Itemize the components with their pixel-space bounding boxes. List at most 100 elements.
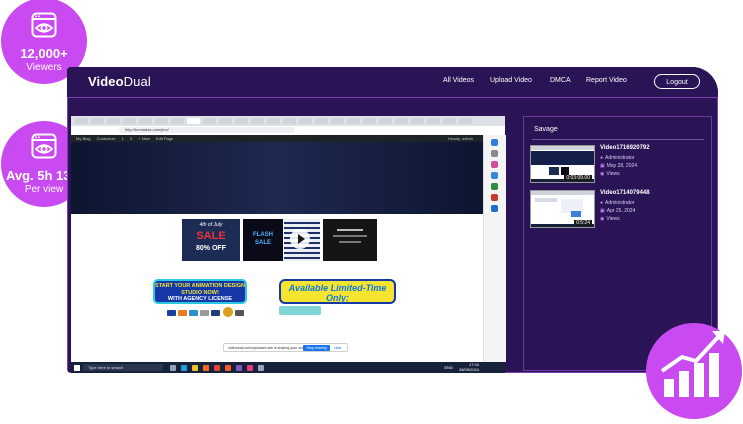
brand-logo[interactable]: VideoDual: [88, 74, 151, 89]
user-icon: ●: [600, 155, 604, 161]
calendar-icon: ▣: [600, 163, 605, 169]
taskview-icon[interactable]: [170, 365, 176, 371]
eye-icon: ◉: [600, 171, 605, 177]
divider: [532, 139, 704, 140]
video-title[interactable]: Video1716920792: [600, 145, 650, 151]
windows-start-icon[interactable]: [74, 365, 80, 371]
play-button-icon[interactable]: [290, 229, 310, 249]
video-views: ◉ Views: [600, 171, 620, 177]
video-views-text: Views: [606, 216, 620, 222]
video-author: ● Administrator: [600, 155, 634, 161]
app-window: VideoDual All Videos Upload Video DMCA R…: [67, 67, 718, 373]
wp-bar-item: 0: [129, 136, 133, 141]
nav-report-video[interactable]: Report Video: [586, 77, 627, 84]
paypal-icon: [211, 310, 220, 316]
taskbar-search[interactable]: Type here to search: [83, 364, 163, 371]
tools-icon[interactable]: [491, 172, 498, 179]
promo-line: WITH AGENCY LICENSE: [167, 296, 233, 302]
sale-card: FLASH SALE: [243, 219, 283, 261]
viewers-count: 12,000+: [20, 46, 68, 61]
sale-card-main: FLASH SALE: [253, 232, 273, 246]
video-date-text: May 28, 2024: [606, 163, 638, 169]
wp-bar-item: 1: [121, 136, 124, 141]
video-player[interactable]: http://bomadas.com/jmo/ My Blog Customiz…: [71, 116, 506, 373]
wp-bar-item: Customize: [96, 136, 116, 141]
windows-taskbar: Type here to search ENG 17:34 28/05/2024: [71, 362, 505, 373]
discover-icon: [200, 310, 209, 316]
guarantee-badge-icon: [223, 307, 233, 317]
app-icon[interactable]: [247, 365, 253, 371]
main-content: http://bomadas.com/jmo/ My Blog Customiz…: [67, 97, 718, 373]
panel-title: Savage: [534, 126, 558, 133]
eye-window-icon: [31, 133, 57, 159]
payment-icons: [167, 307, 249, 317]
firefox-icon[interactable]: [203, 365, 209, 371]
copilot-icon[interactable]: [491, 139, 498, 146]
calendar-icon: ▣: [600, 208, 605, 214]
explorer-icon[interactable]: [192, 365, 198, 371]
amex-icon: [189, 310, 198, 316]
nav-dmca[interactable]: DMCA: [550, 77, 571, 84]
video-date: ▣ May 28, 2024: [600, 163, 637, 169]
edge-icon[interactable]: [181, 365, 187, 371]
browser-side-toolbar: [483, 135, 506, 362]
page-hero-banner: [71, 142, 483, 214]
wp-bar-item: Edit Page: [155, 136, 174, 141]
language-indicator: ENG: [444, 365, 453, 370]
clock-date: 28/05/2024: [458, 366, 479, 372]
growth-chart-icon: [660, 331, 725, 397]
wp-bar-item: + New: [138, 136, 150, 141]
video-author-text: Administrator: [605, 200, 635, 206]
shopping-icon[interactable]: [491, 161, 498, 168]
growth-chart-icon: [646, 323, 742, 419]
video-thumbnail[interactable]: 0:03:09.00: [530, 145, 595, 183]
promo-line: START YOUR ANIMATION DESIGN: [155, 283, 245, 289]
screen-share-notice: videodual.com/uploader-site is sharing y…: [223, 343, 348, 352]
video-title[interactable]: Video1714079448: [600, 190, 650, 196]
video-views-text: Views: [606, 171, 620, 177]
video-list-item[interactable]: 0:5:24 Video1714079448 ● Administrator ▣ A…: [530, 190, 708, 230]
wp-admin-bar: My Blog Customize 1 0 + New Edit Page Ho…: [71, 135, 483, 142]
outlook-icon[interactable]: [491, 205, 498, 212]
browser-url: http://bomadas.com/jmo/: [119, 127, 295, 133]
sale-card: 4th of July SALE 80% OFF: [182, 219, 240, 261]
sale-card-top: 4th of July: [199, 222, 223, 228]
video-date: ▣ Apr 25, 2024: [600, 208, 635, 214]
top-navigation-bar: VideoDual All Videos Upload Video DMCA R…: [67, 67, 718, 97]
nav-all-videos[interactable]: All Videos: [443, 77, 474, 84]
eye-icon: ◉: [600, 216, 605, 222]
browser-tab-strip: [71, 116, 505, 126]
brand-name-bold: Video: [88, 74, 124, 89]
promo-cta-button[interactable]: [279, 306, 321, 315]
secure-badge-icon: [235, 310, 244, 316]
video-views: ◉ Views: [600, 216, 620, 222]
promo-banner-agency[interactable]: START YOUR ANIMATION DESIGN STUDIO NOW! …: [153, 279, 247, 304]
user-icon: ●: [600, 200, 604, 206]
app-icon[interactable]: [236, 365, 242, 371]
video-author: ● Administrator: [600, 200, 634, 206]
office-icon[interactable]: [491, 194, 498, 201]
video-duration: 0:03:09.00: [564, 175, 592, 181]
settings-icon[interactable]: [258, 365, 264, 371]
nav-upload-video[interactable]: Upload Video: [490, 77, 532, 84]
hide-button[interactable]: Hide: [334, 345, 341, 351]
games-icon[interactable]: [491, 183, 498, 190]
video-list-item[interactable]: 0:03:09.00 Video1716920792 ● Administrato…: [530, 145, 708, 185]
video-date-text: Apr 25, 2024: [606, 208, 636, 214]
promo-banner-limited[interactable]: Available Limited-Time Only:: [279, 279, 396, 304]
brand-name-regular: Dual: [123, 74, 151, 89]
sale-card: [323, 219, 377, 261]
chrome-icon[interactable]: [214, 365, 220, 371]
mastercard-icon: [178, 310, 187, 316]
video-duration: 0:5:24: [574, 220, 592, 226]
logout-button[interactable]: Logout: [654, 74, 700, 89]
taskbar-clock: 17:34 28/05/2024: [458, 362, 479, 372]
search-icon[interactable]: [491, 150, 498, 157]
brave-icon[interactable]: [225, 365, 231, 371]
stop-sharing-button[interactable]: Stop sharing: [303, 345, 330, 351]
video-thumbnail[interactable]: 0:5:24: [530, 190, 595, 228]
sale-card-main: SALE: [196, 230, 226, 242]
sale-card: [284, 219, 320, 261]
eye-window-icon: [31, 12, 57, 38]
visa-icon: [167, 310, 176, 316]
